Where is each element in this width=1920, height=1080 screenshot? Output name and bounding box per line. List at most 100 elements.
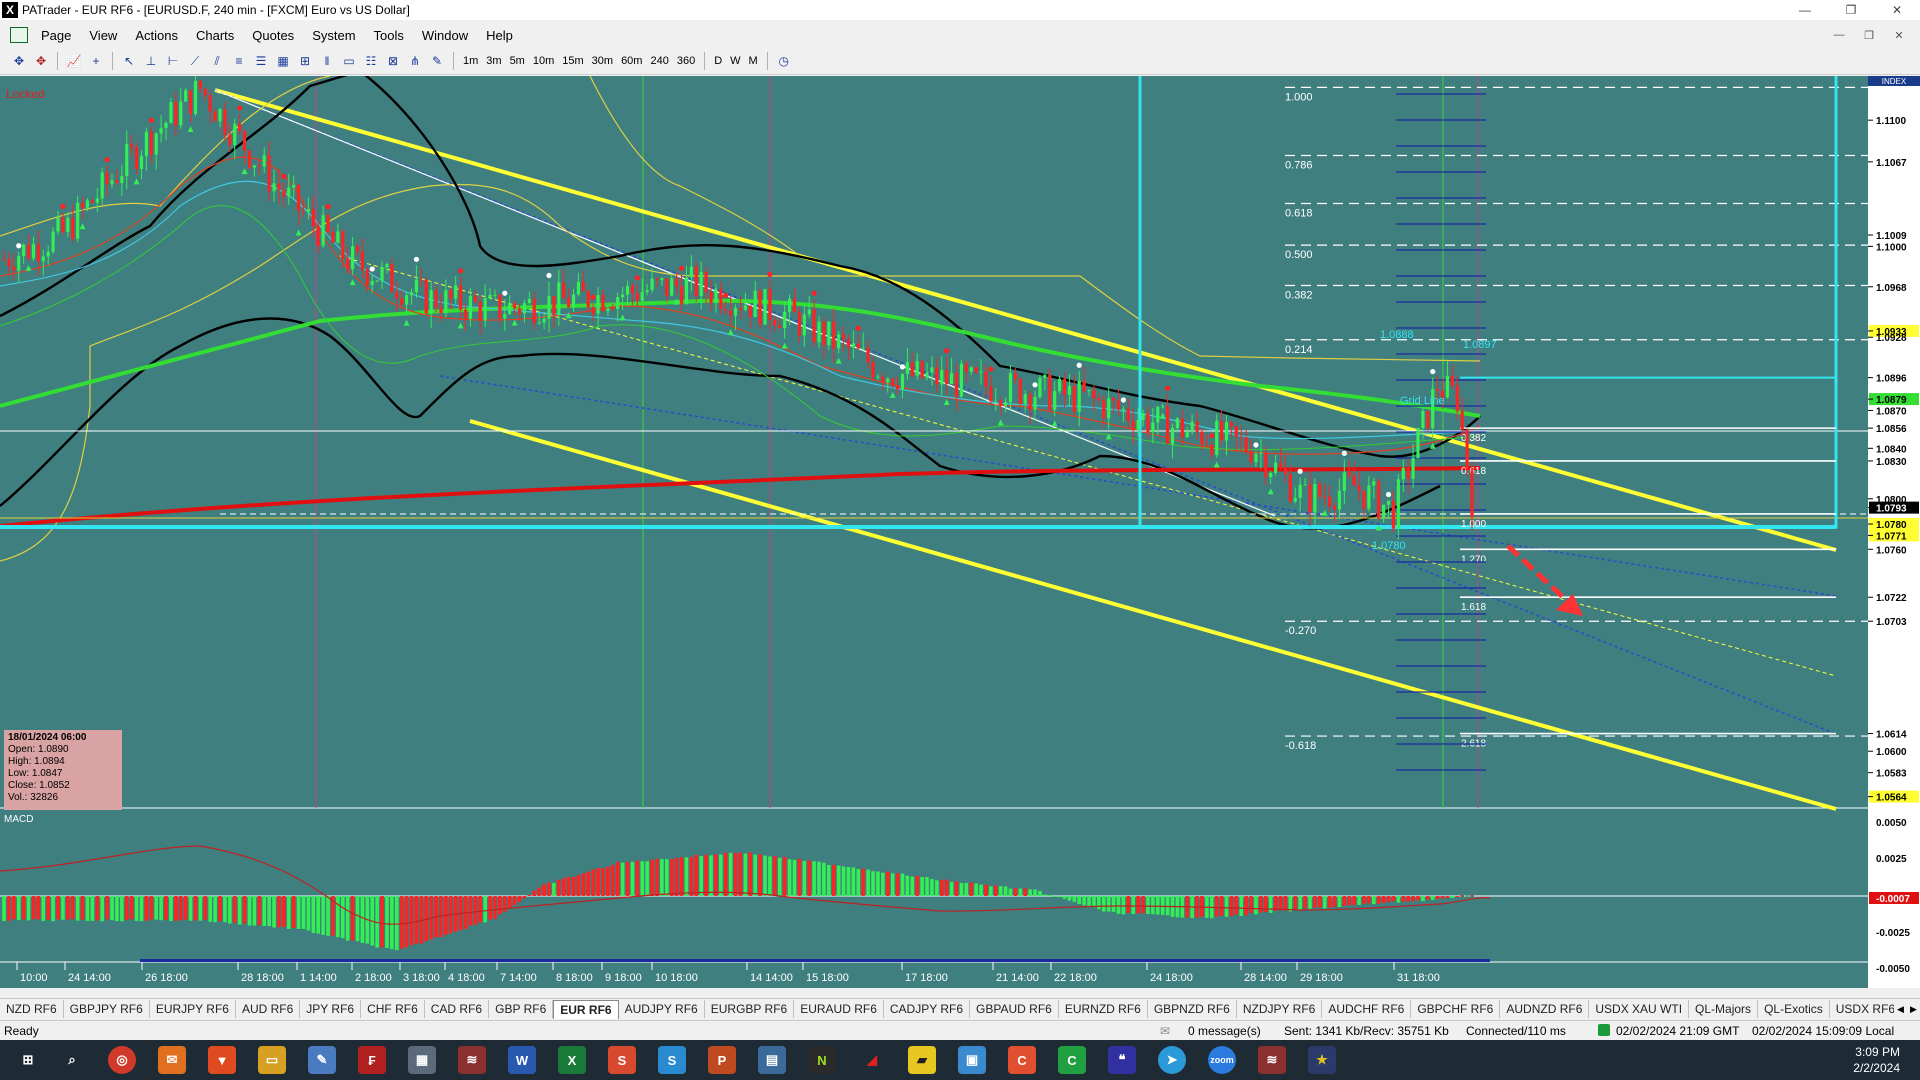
windows-start-icon[interactable]: ⊞ (14, 1046, 42, 1074)
candle-body[interactable] (1239, 436, 1243, 438)
candle-body[interactable] (272, 183, 276, 192)
symbol-tab[interactable]: NZD RF6 (0, 1000, 64, 1018)
candle-body[interactable] (1190, 421, 1194, 432)
candle-body[interactable] (1347, 472, 1351, 476)
candle-body[interactable] (198, 80, 202, 89)
candle-body[interactable] (1126, 408, 1130, 421)
candle-body[interactable] (949, 373, 954, 385)
candle-body[interactable] (910, 362, 914, 376)
candle-body[interactable] (846, 339, 851, 348)
candle-body[interactable] (375, 280, 379, 282)
candle-body[interactable] (900, 374, 905, 390)
mail-icon[interactable]: ✉ (158, 1046, 186, 1074)
candle-body[interactable] (729, 310, 733, 316)
candle-body[interactable] (1332, 506, 1337, 510)
candle-body[interactable] (100, 172, 104, 199)
candle-body[interactable] (758, 290, 762, 325)
candle-body[interactable] (1259, 452, 1263, 454)
candle-body[interactable] (1121, 408, 1126, 410)
candle-body[interactable] (125, 144, 129, 177)
candle-body[interactable] (321, 215, 325, 246)
symbol-tab[interactable]: AUDNZD RF6 (1500, 1000, 1590, 1018)
candle-body[interactable] (350, 246, 355, 270)
app-icon[interactable]: ▤ (758, 1046, 786, 1074)
candle-body[interactable] (812, 309, 816, 343)
candle-body[interactable] (542, 318, 546, 323)
candle-body[interactable] (935, 367, 939, 385)
candle-body[interactable] (429, 290, 433, 314)
timeframe-1m[interactable]: 1m (459, 52, 482, 70)
candle-body[interactable] (1313, 484, 1317, 513)
symbol-tab[interactable]: EURAUD RF6 (794, 1000, 884, 1018)
candle-body[interactable] (1278, 462, 1283, 469)
fib-fan-icon[interactable]: ☰ (252, 52, 270, 70)
candle-body[interactable] (856, 343, 860, 349)
candle-body[interactable] (989, 386, 993, 402)
candle-body[interactable] (1455, 385, 1459, 412)
candle-body[interactable] (694, 266, 698, 297)
candle-body[interactable] (640, 292, 644, 301)
candle-body[interactable] (822, 321, 826, 346)
candle-body[interactable] (999, 400, 1003, 406)
candle-body[interactable] (994, 400, 998, 402)
candle-body[interactable] (1028, 394, 1032, 410)
candle-body[interactable] (1003, 402, 1008, 406)
candle-body[interactable] (1323, 496, 1327, 498)
candle-body[interactable] (753, 290, 757, 318)
candle-body[interactable] (611, 308, 615, 310)
candle-body[interactable] (1146, 413, 1150, 433)
candle-body[interactable] (1141, 413, 1145, 420)
candle-body[interactable] (1008, 373, 1013, 403)
candle-body[interactable] (46, 251, 50, 257)
candle-body[interactable] (1102, 400, 1106, 419)
candle-body[interactable] (346, 258, 350, 270)
candle-body[interactable] (562, 282, 566, 298)
app-wing-icon[interactable]: ◢ (858, 1046, 886, 1074)
candle-body[interactable] (400, 298, 404, 305)
candle-body[interactable] (203, 88, 207, 96)
candle-body[interactable] (22, 244, 26, 257)
candle-body[interactable] (733, 307, 738, 316)
candle-body[interactable] (1337, 490, 1342, 510)
candle-body[interactable] (296, 184, 301, 211)
candle-body[interactable] (483, 298, 487, 321)
candle-body[interactable] (979, 371, 983, 373)
candle-body[interactable] (945, 369, 949, 385)
menu-window[interactable]: Window (413, 28, 477, 43)
candle-body[interactable] (115, 180, 119, 183)
close-button[interactable]: ✕ (1874, 0, 1920, 20)
timeframe-3m[interactable]: 3m (482, 52, 505, 70)
candle-body[interactable] (679, 286, 684, 304)
grid-icon[interactable]: ▦ (274, 52, 292, 70)
menu-actions[interactable]: Actions (126, 28, 187, 43)
candle-body[interactable] (841, 334, 846, 340)
candle-body[interactable] (341, 231, 345, 259)
candle-body[interactable] (699, 272, 703, 297)
cross-arrows-icon[interactable]: ✥ (10, 52, 28, 70)
candle-body[interactable] (635, 293, 639, 301)
candle-body[interactable] (1391, 500, 1396, 529)
app-quote-icon[interactable]: ❝ (1108, 1046, 1136, 1074)
symbol-tab[interactable]: EURGBP RF6 (705, 1000, 795, 1018)
chart-app2-icon[interactable]: ≋ (1258, 1046, 1286, 1074)
candle-body[interactable] (1018, 379, 1022, 404)
chrome-icon[interactable]: ◎ (108, 1046, 136, 1074)
candle-body[interactable] (1386, 500, 1391, 505)
candle-body[interactable] (969, 367, 973, 372)
candle-body[interactable] (954, 373, 959, 397)
mdi-restore-button[interactable]: ❐ (1854, 26, 1884, 44)
period-weekly[interactable]: W (726, 52, 744, 70)
chevron-left-icon[interactable]: ◀ (1897, 1004, 1904, 1015)
candle-body[interactable] (61, 217, 65, 232)
candle-body[interactable] (1318, 484, 1322, 497)
symbol-tab[interactable]: CADJPY RF6 (884, 1000, 971, 1018)
candle-body[interactable] (2, 259, 6, 260)
candle-body[interactable] (193, 80, 198, 114)
symbol-tab[interactable]: USDX XAU WTI (1589, 1000, 1690, 1018)
mdi-close-button[interactable]: ✕ (1884, 26, 1914, 44)
candle-body[interactable] (419, 279, 423, 281)
candle-body[interactable] (311, 209, 315, 226)
candle-body[interactable] (41, 256, 45, 262)
candle-body[interactable] (488, 294, 492, 299)
candle-body[interactable] (522, 303, 527, 314)
